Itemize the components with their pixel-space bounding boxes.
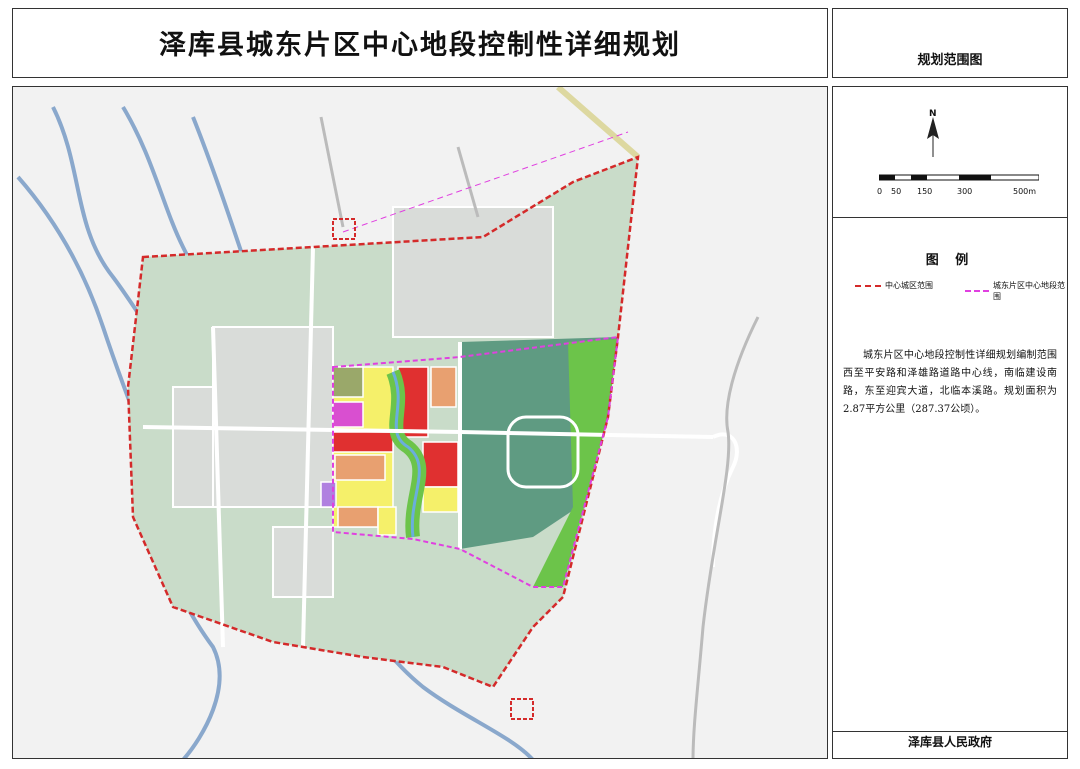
scale-label: 50 <box>891 187 902 196</box>
legend-item-urban: 中心城区范围 <box>855 280 933 291</box>
map-title: 泽库县城东片区中心地段控制性详细规划 <box>159 30 681 61</box>
north-label: N <box>929 109 937 119</box>
legend-swatch <box>855 284 881 287</box>
planning-map <box>16 87 760 758</box>
north-outlier <box>332 218 356 240</box>
scope-description: 城东片区中心地段控制性详细规划编制范围西至平安路和泽雄路道路中心线，南临建设南路… <box>843 350 1057 415</box>
sheet-panel: 规划范围图 <box>832 8 1068 78</box>
legend-item-plan: 城东片区中心地段范围 <box>965 280 1067 302</box>
legend-title: 图 例 <box>925 253 975 268</box>
legend-label: 中心城区范围 <box>885 281 933 290</box>
scale-label: 500m <box>1013 187 1037 196</box>
map-panel <box>12 86 828 759</box>
issuer: 泽库县人民政府 <box>907 735 992 749</box>
side-panel: N 0 50 150 300 500m 图 例 中心城区范围 城东片区中心地段范… <box>832 86 1068 759</box>
scale-label: 300 <box>957 187 973 196</box>
title-panel: 泽库县城东片区中心地段控制性详细规划 <box>12 8 828 78</box>
south-outlier <box>510 698 534 720</box>
north-road <box>319 116 345 228</box>
scale-label: 150 <box>917 187 933 196</box>
divider <box>833 731 1067 732</box>
highway <box>691 316 760 758</box>
scale-label: 0 <box>877 187 883 196</box>
divider <box>833 217 1067 218</box>
legend-swatch <box>965 290 990 292</box>
northeast-road <box>556 87 640 160</box>
plan-land-use <box>320 366 459 536</box>
scale-bar <box>879 174 1039 181</box>
sheet-name: 规划范围图 <box>917 53 983 68</box>
legend-label: 城东片区中心地段范围 <box>993 281 1066 301</box>
